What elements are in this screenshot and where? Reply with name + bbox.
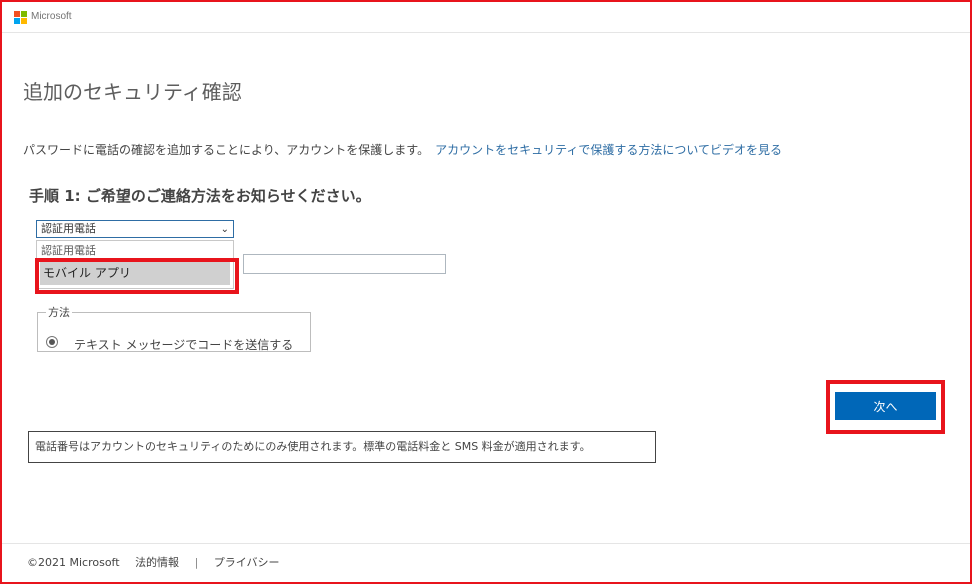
legal-link[interactable]: 法的情報 <box>135 556 179 569</box>
chevron-down-icon: ⌄ <box>220 224 229 235</box>
contact-method-select[interactable]: 認証用電話 ⌄ <box>36 220 234 238</box>
video-link[interactable]: アカウントをセキュリティで保護する方法についてビデオを見る <box>435 143 782 157</box>
next-button[interactable]: 次へ <box>835 392 936 420</box>
logo-text: Microsoft <box>31 11 72 22</box>
footer-separator: | <box>194 556 199 569</box>
method-group: 方法 テキスト メッセージでコードを送信する <box>37 304 311 352</box>
option-auth-phone[interactable]: 認証用電話 <box>41 245 96 257</box>
sms-radio[interactable] <box>46 336 58 348</box>
page-title: 追加のセキュリティ確認 <box>23 80 242 104</box>
sms-radio-label: テキスト メッセージでコードを送信する <box>74 338 294 352</box>
select-value: 認証用電話 <box>41 222 96 235</box>
microsoft-logo-icon <box>14 11 27 24</box>
privacy-link[interactable]: プライバシー <box>214 556 280 569</box>
usage-notice: 電話番号はアカウントのセキュリティのためにのみ使用されます。標準の電話料金と S… <box>28 431 656 463</box>
description: パスワードに電話の確認を追加することにより、アカウントを保護します。 アカウントを… <box>23 141 782 158</box>
phone-number-input[interactable] <box>243 254 446 274</box>
step-heading: 手順 1: ご希望のご連絡方法をお知らせください。 <box>29 187 371 205</box>
method-legend: 方法 <box>48 306 70 319</box>
highlight-box-mobile-app <box>35 258 239 294</box>
description-text: パスワードに電話の確認を追加することにより、アカウントを保護します。 <box>23 143 430 157</box>
footer: ©2021 Microsoft 法的情報 | プライバシー <box>2 543 970 581</box>
copyright: ©2021 Microsoft <box>27 556 120 569</box>
header: Microsoft <box>2 2 970 33</box>
